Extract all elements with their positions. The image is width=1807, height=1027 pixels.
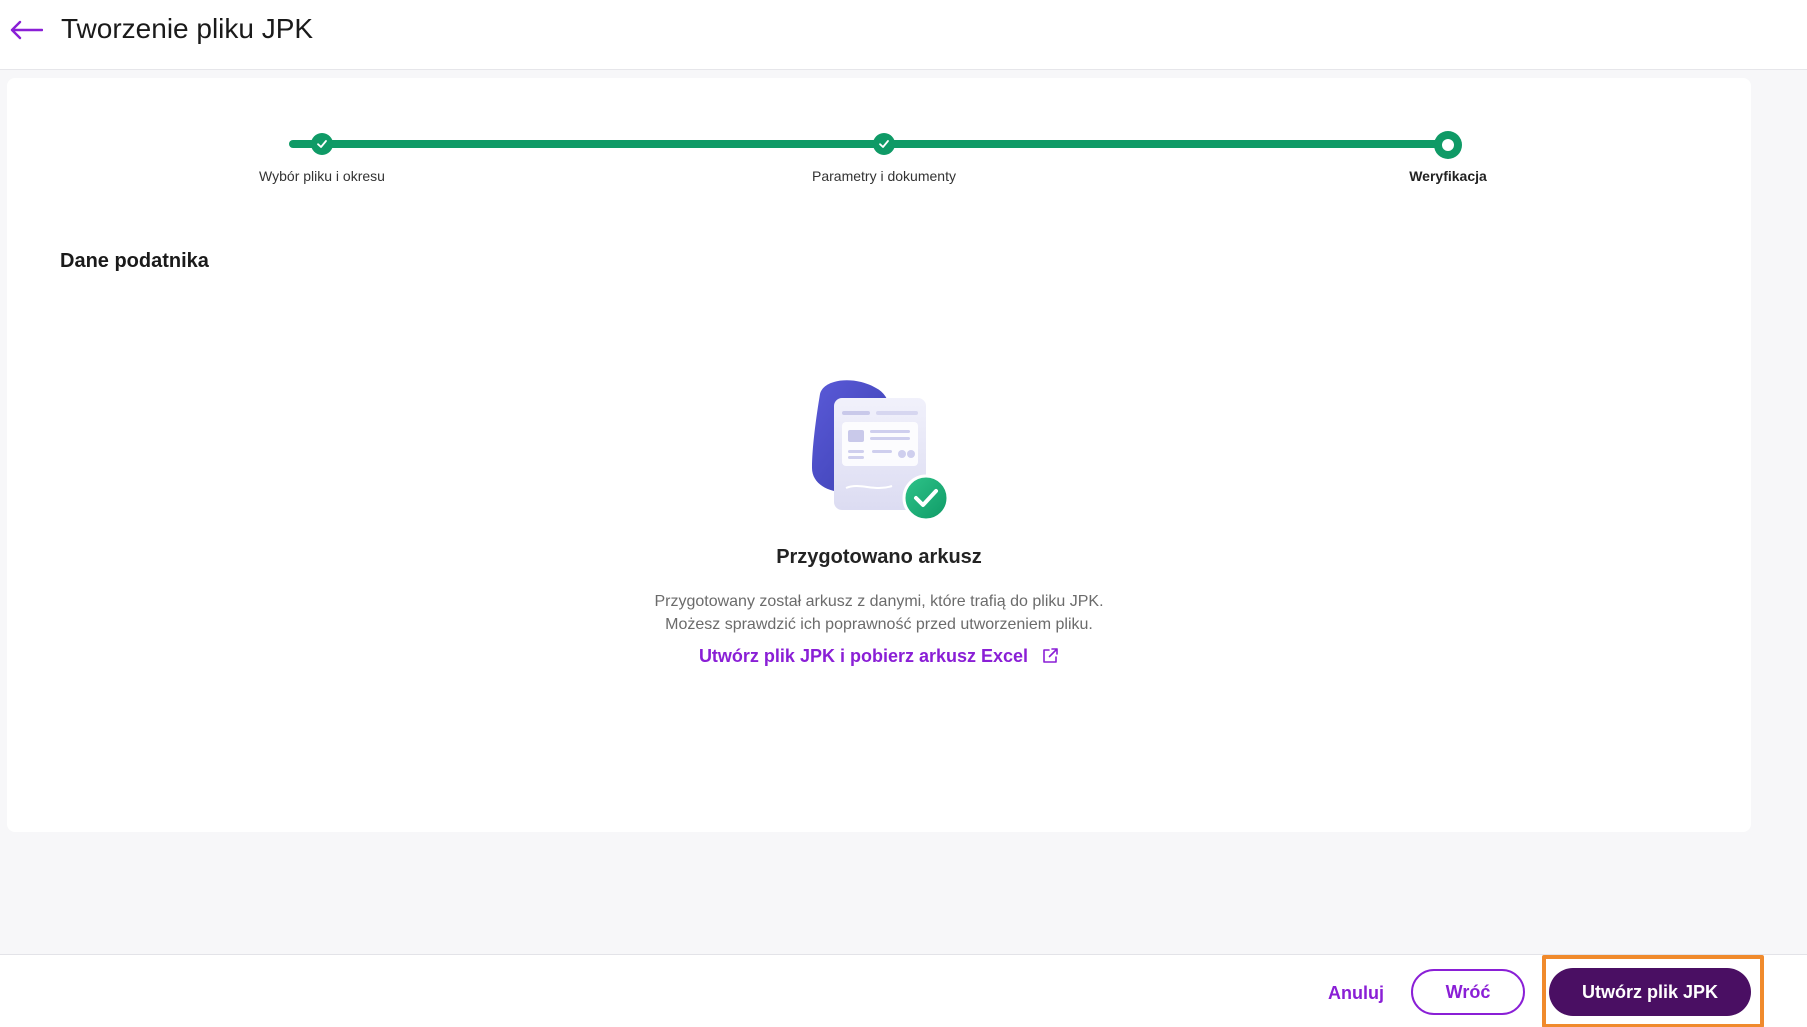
section-title: Dane podatnika (60, 250, 209, 272)
cancel-button[interactable]: Anuluj (1316, 975, 1396, 1011)
step-2-check-icon (873, 133, 895, 155)
back-button[interactable] (6, 12, 46, 48)
create-jpk-button[interactable]: Utwórz plik JPK (1549, 968, 1751, 1016)
stepper-track (289, 140, 1453, 148)
result-description-line-1: Przygotowany został arkusz z danymi, któ… (654, 593, 1104, 610)
external-link-icon (1043, 648, 1058, 664)
result-description-line-2: Możesz sprawdzić ich poprawność przed ut… (665, 616, 1093, 633)
arrow-left-icon (10, 20, 43, 40)
step-3-current-icon (1434, 131, 1462, 159)
result-title: Przygotowano arkusz (776, 546, 982, 568)
back-step-button[interactable]: Wróć (1411, 969, 1525, 1015)
create-and-download-excel-link[interactable]: Utwórz plik JPK i pobierz arkusz Excel (7, 645, 1751, 667)
create-and-download-excel-link-label: Utwórz plik JPK i pobierz arkusz Excel (698, 645, 1029, 666)
action-footer: Anuluj Wróć Utwórz plik JPK (0, 954, 1807, 1027)
step-label-parameters: Parametry i dokumenty (812, 168, 956, 184)
step-label-verification: Weryfikacja (1409, 168, 1487, 184)
step-label-file-period: Wybór pliku i okresu (259, 168, 385, 184)
progress-stepper: Wybór pliku i okresu Parametry i dokumen… (7, 78, 1751, 198)
main-card: Wybór pliku i okresu Parametry i dokumen… (7, 78, 1751, 832)
step-1-check-icon (311, 133, 333, 155)
result-description: Przygotowany został arkusz z danymi, któ… (7, 590, 1751, 636)
page-title: Tworzenie pliku JPK (61, 13, 314, 44)
top-header: Tworzenie pliku JPK (0, 0, 1807, 70)
document-check-illustration (812, 380, 950, 522)
